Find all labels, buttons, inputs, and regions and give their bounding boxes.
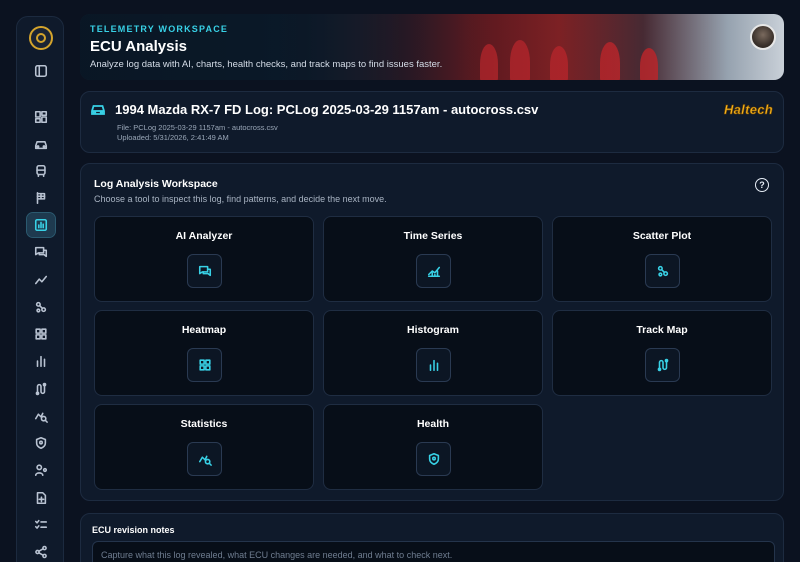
car-icon[interactable] (27, 132, 55, 156)
tool-card-scatter-plot[interactable]: Scatter Plot (552, 216, 772, 302)
user-settings-icon[interactable] (27, 458, 55, 482)
tool-label: Track Map (636, 324, 688, 336)
tool-label: Health (416, 418, 450, 430)
chart-search-icon[interactable] (27, 404, 55, 428)
scatter-icon (657, 265, 668, 277)
revision-notes-input[interactable] (92, 541, 775, 562)
tool-card-ai-analyzer[interactable]: AI Analyzer (94, 216, 314, 302)
chat-icon (198, 265, 211, 277)
scatter-icon[interactable] (27, 295, 55, 319)
sidebar (16, 16, 64, 562)
log-file-name: File: PCLog 2025-03-29 1157am - autocros… (117, 123, 278, 132)
analysis-icon[interactable] (26, 212, 56, 238)
route-icon (657, 358, 668, 372)
bar-chart-icon (429, 359, 438, 372)
ecu-revision-notes: ECU revision notes (80, 513, 784, 562)
help-icon[interactable]: ? (755, 178, 769, 192)
route-icon[interactable] (27, 377, 55, 401)
log-info-card: 1994 Mazda RX-7 FD Log: PCLog 2025-03-29… (80, 91, 784, 153)
workspace-title: Log Analysis Workspace (94, 178, 218, 190)
workspace-subtitle: Choose a tool to inspect this log, find … (94, 194, 387, 204)
area-chart-icon (427, 266, 440, 278)
statistics-button[interactable] (187, 442, 222, 476)
bar-chart-icon[interactable] (27, 349, 55, 373)
track-map-button[interactable] (645, 348, 680, 382)
tool-label: Heatmap (181, 324, 227, 336)
tool-card-histogram[interactable]: Histogram (323, 310, 543, 396)
hero-banner: Telemetry Workspace ECU Analysis Analyze… (80, 14, 784, 80)
page-title: ECU Analysis (90, 38, 187, 55)
tool-card-health[interactable]: Health (323, 404, 543, 490)
dashboard-icon[interactable] (27, 105, 55, 129)
notes-title: ECU revision notes (92, 525, 175, 535)
tool-label: Statistics (180, 418, 228, 430)
page-subtitle: Analyze log data with AI, charts, health… (90, 59, 443, 70)
tool-card-heatmap[interactable]: Heatmap (94, 310, 314, 396)
tool-card-track-map[interactable]: Track Map (552, 310, 772, 396)
shield-icon (428, 452, 439, 466)
heatmap-button[interactable] (187, 348, 222, 382)
tool-label: AI Analyzer (175, 230, 233, 242)
hero-eyebrow: Telemetry Workspace (90, 24, 229, 34)
flag-icon[interactable] (27, 186, 55, 210)
time-series-button[interactable] (416, 254, 451, 288)
scatter-plot-button[interactable] (645, 254, 680, 288)
tool-label: Scatter Plot (632, 230, 692, 242)
health-button[interactable] (416, 442, 451, 476)
avatar[interactable] (750, 24, 776, 50)
log-title: 1994 Mazda RX-7 FD Log: PCLog 2025-03-29… (115, 102, 539, 117)
tool-card-time-series[interactable]: Time Series (323, 216, 543, 302)
tool-label: Time Series (403, 230, 463, 242)
grid-icon[interactable] (27, 322, 55, 346)
tool-card-statistics[interactable]: Statistics (94, 404, 314, 490)
share-icon[interactable] (27, 540, 55, 562)
checklist-icon[interactable] (27, 513, 55, 537)
tool-label: Histogram (407, 324, 459, 336)
vehicle-icon[interactable] (27, 159, 55, 183)
grid-icon (198, 359, 211, 371)
app-logo[interactable] (29, 26, 53, 50)
car-icon (90, 102, 106, 116)
histogram-button[interactable] (416, 348, 451, 382)
ecu-brand-logo: Haltech (723, 102, 773, 118)
chart-search-icon (198, 455, 212, 466)
line-chart-icon[interactable] (27, 268, 55, 292)
panel-toggle-icon[interactable] (27, 59, 55, 83)
file-add-icon[interactable] (27, 486, 55, 510)
shield-icon[interactable] (27, 431, 55, 455)
chat-icon[interactable] (27, 240, 55, 264)
log-upload-time: Uploaded: 5/31/2026, 2:41:49 AM (117, 133, 229, 142)
ai-analyzer-button[interactable] (187, 254, 222, 288)
log-analysis-workspace: Log Analysis Workspace Choose a tool to … (80, 163, 784, 501)
